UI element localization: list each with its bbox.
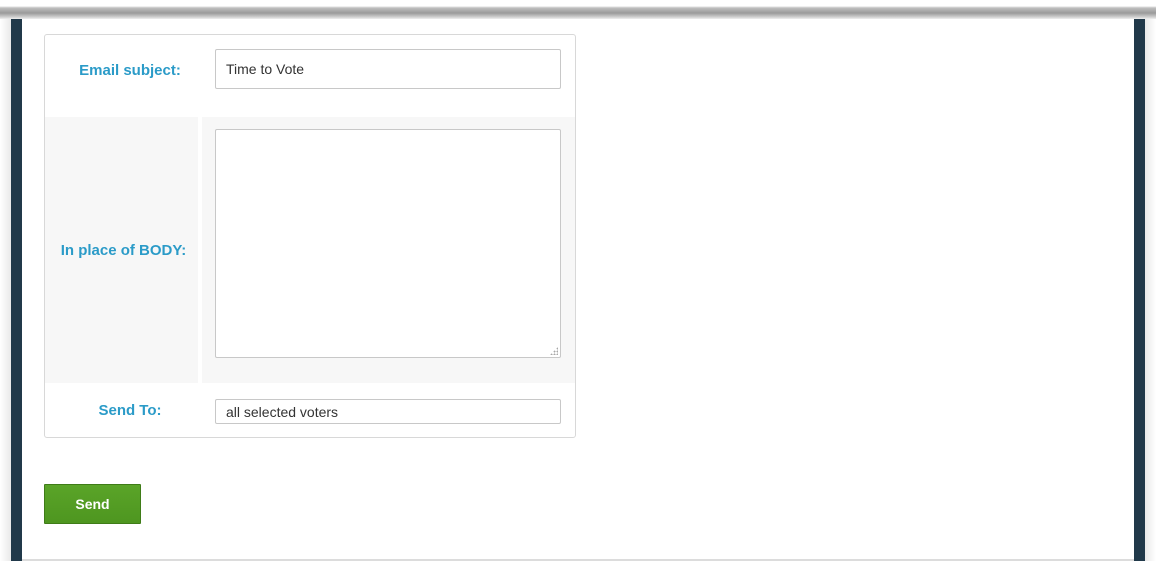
body-label: In place of BODY: [60,241,187,259]
window-right-edge [1145,19,1156,561]
window-left-edge [0,19,11,561]
email-form-panel: Email subject: In place of BODY: Send To… [44,34,576,438]
window-top-shadow [0,0,1156,20]
send-to-label: Send To: [98,401,162,419]
email-subject-input[interactable] [215,49,561,89]
send-to-input[interactable] [215,399,561,424]
send-button[interactable]: Send [44,484,141,524]
body-textarea[interactable] [215,129,561,358]
email-subject-label: Email subject: [79,61,181,79]
frame-right-border [1134,19,1145,561]
content-area: Email subject: In place of BODY: Send To… [22,19,1134,559]
frame-left-border [11,19,22,561]
